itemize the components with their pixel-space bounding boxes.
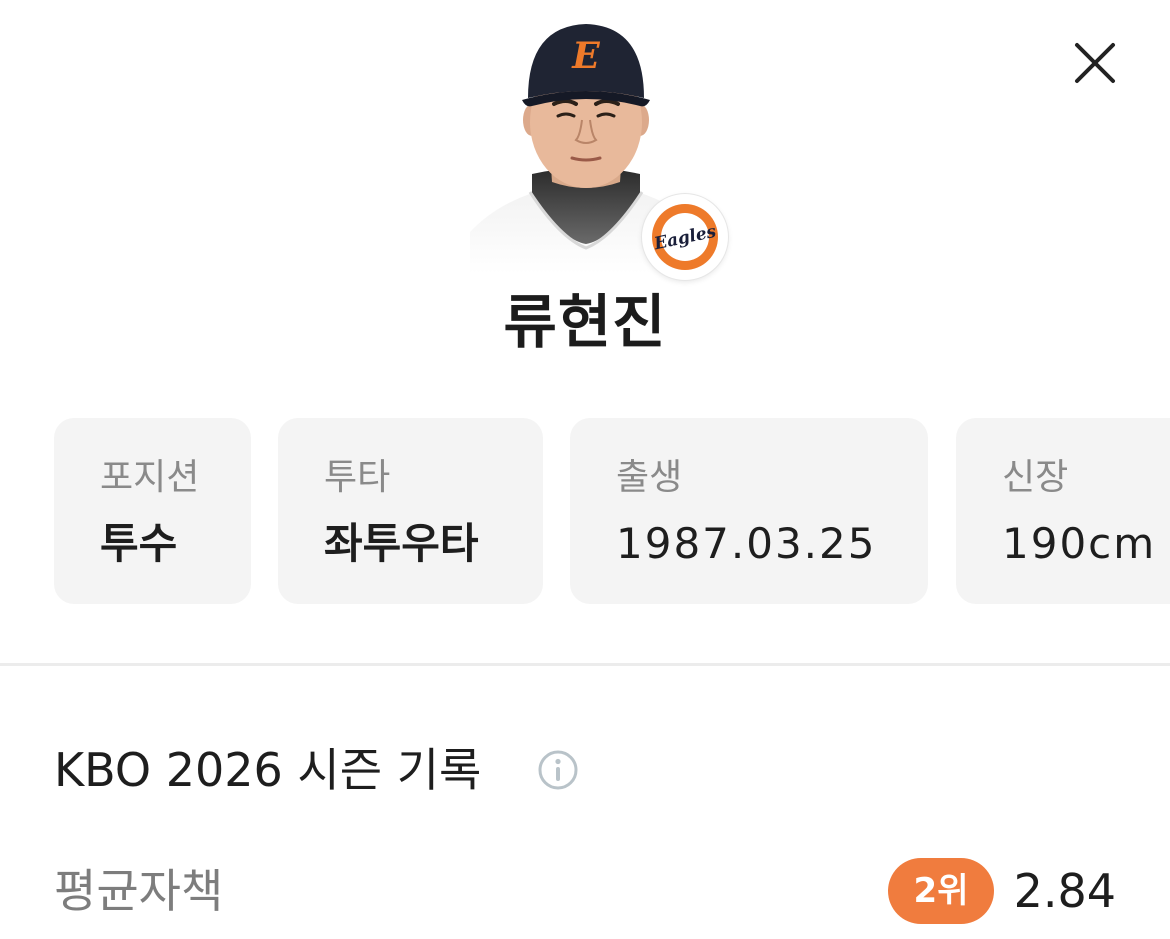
height-value: 190cm [1002,519,1157,568]
section-divider [0,663,1170,666]
player-profile-sheet: E Eagles 류현진 포지션 투수 투타 좌투우타 출생 1987.03.2… [0,0,1170,939]
bats-throws-label: 투타 [324,457,391,498]
birth-value: 1987.03.25 [616,519,877,568]
height-card: 신장 190cm [956,418,1170,604]
info-icon [538,750,578,790]
info-button[interactable] [537,749,579,791]
era-value: 2.84 [1013,864,1116,918]
era-label: 평균자책 [54,864,224,918]
profile-info-row: 포지션 투수 투타 좌투우타 출생 1987.03.25 신장 190cm [54,418,1170,604]
position-card: 포지션 투수 [54,418,251,604]
team-logo: Eagles [642,194,728,280]
season-record-title: KBO 2026 시즌 기록 [54,743,482,797]
bats-throws-value: 좌투우타 [324,519,479,568]
position-value: 투수 [100,519,178,568]
bats-throws-card: 투타 좌투우타 [278,418,543,604]
close-icon [1075,43,1115,83]
svg-text:E: E [571,35,600,77]
player-name: 류현진 [503,288,667,356]
birth-label: 출생 [616,457,683,498]
position-label: 포지션 [100,457,200,498]
height-label: 신장 [1002,457,1069,498]
close-button[interactable] [1068,36,1122,90]
birth-card: 출생 1987.03.25 [570,418,928,604]
rank-badge: 2위 [888,858,994,924]
